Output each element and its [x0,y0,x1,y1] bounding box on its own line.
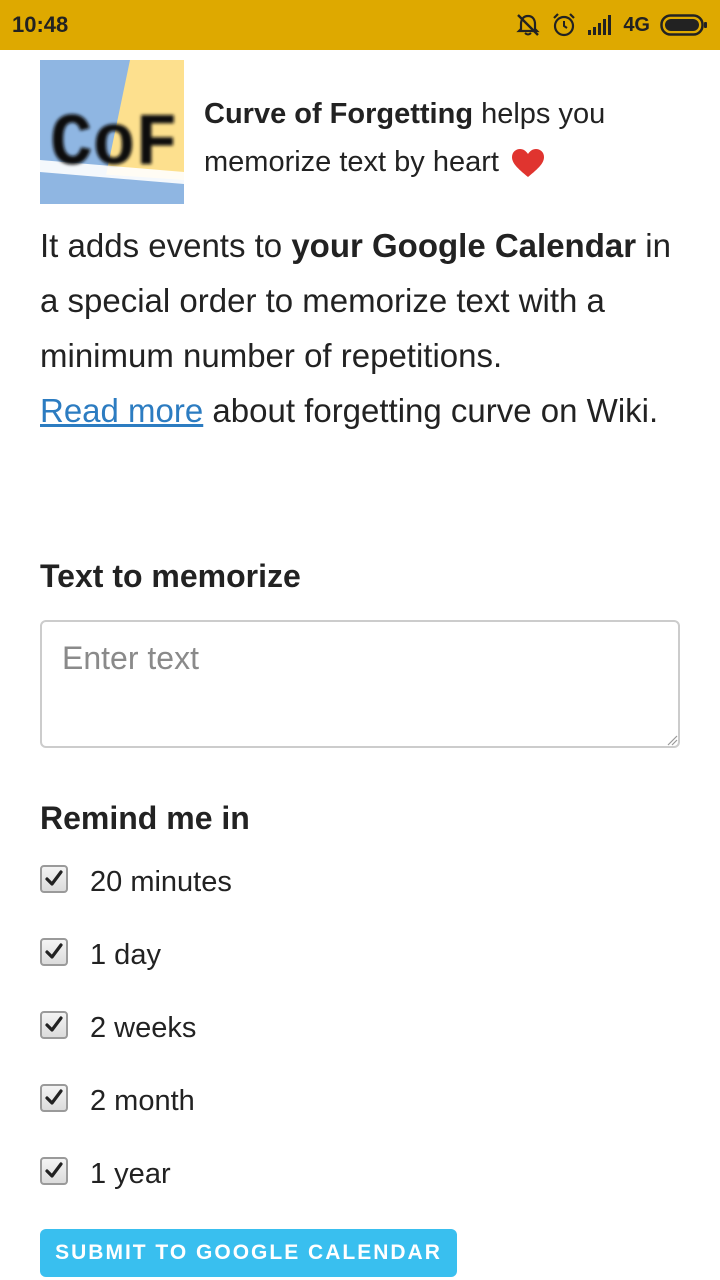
text-to-memorize-input[interactable] [40,620,680,748]
option-label: 2 weeks [90,1011,197,1044]
battery-icon [660,14,707,36]
heart-icon [512,149,545,178]
option-2-weeks[interactable]: 2 weeks [40,1008,196,1048]
checkbox-1-year[interactable] [40,1157,68,1185]
checkmark-icon [45,870,63,886]
app-logo: CoF [40,60,184,204]
mute-icon [516,14,540,36]
remind-me-label: Remind me in [40,800,250,836]
checkmark-icon [45,1016,63,1032]
description-part-3: about forgetting curve on Wiki. [203,392,659,429]
checkbox-20-minutes[interactable] [40,865,68,893]
read-more-link[interactable]: Read more [40,392,203,429]
app-name: Curve of Forgetting [204,98,474,130]
alarm-icon [553,13,576,37]
status-time: 10:48 [12,12,69,37]
signal-icon [588,15,612,35]
checkbox-1-day[interactable] [40,938,68,966]
option-1-year[interactable]: 1 year [40,1154,171,1194]
description-bold: your Google Calendar [291,227,637,264]
option-20-minutes[interactable]: 20 minutes [40,862,232,902]
checkmark-icon [45,1162,63,1178]
resize-handle-icon[interactable] [666,734,678,746]
checkbox-2-month[interactable] [40,1084,68,1112]
option-label: 20 minutes [90,865,232,898]
logo-text: CoF [50,103,178,187]
tagline-part-1: helps you [473,98,606,130]
option-2-month[interactable]: 2 month [40,1081,195,1121]
submit-button[interactable]: SUBMIT TO GOOGLE CALENDAR [40,1229,457,1277]
checkmark-icon [45,1089,63,1105]
option-1-day[interactable]: 1 day [40,935,161,975]
option-label: 2 month [90,1084,195,1117]
network-label: 4G [623,13,650,36]
option-label: 1 day [90,938,161,971]
checkbox-2-weeks[interactable] [40,1011,68,1039]
description: It adds events to your Google Calendar i… [40,218,680,438]
tagline-part-2: memorize text by heart [204,146,499,178]
status-bar: 10:48 4G [0,0,720,50]
description-part-1: It adds events to [40,227,292,264]
tagline: Curve of Forgetting helps you memorize t… [204,90,680,186]
logo-image: CoF [40,60,184,204]
intro-section: CoF Curve of Forgetting helps you memori… [40,60,680,204]
status-icons: 4G [515,12,708,38]
checkmark-icon [45,943,63,959]
option-label: 1 year [90,1157,171,1190]
text-to-memorize-label: Text to memorize [40,558,301,594]
